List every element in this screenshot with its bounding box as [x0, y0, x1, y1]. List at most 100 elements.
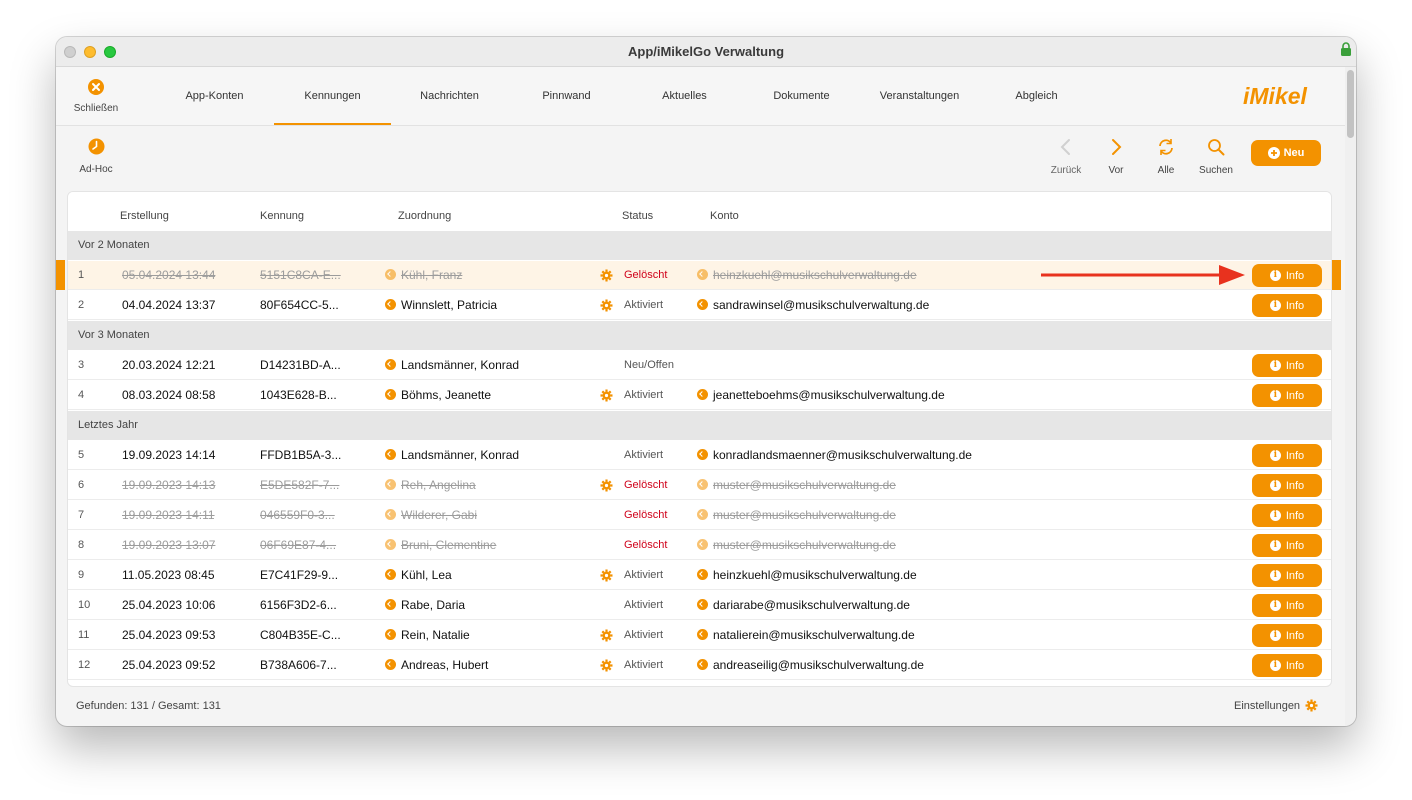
link-arrow-icon[interactable]	[697, 659, 708, 670]
link-arrow-icon[interactable]	[697, 389, 708, 400]
account-cell[interactable]: muster@musikschulverwaltung.de	[697, 501, 896, 530]
scrollbar-thumb[interactable]	[1347, 70, 1354, 138]
link-arrow-icon[interactable]	[697, 509, 708, 520]
info-button[interactable]: i Info	[1252, 294, 1322, 317]
link-arrow-icon[interactable]	[697, 449, 708, 460]
column-header-account[interactable]: Konto	[710, 210, 739, 222]
info-button[interactable]: i Info	[1252, 594, 1322, 617]
search-button[interactable]: Suchen	[1191, 138, 1241, 176]
link-arrow-icon[interactable]	[385, 599, 396, 610]
link-arrow-icon[interactable]	[697, 479, 708, 490]
assignment-cell[interactable]: Reh, Angelina	[385, 471, 476, 500]
tab-pinnwand[interactable]: Pinnwand	[508, 67, 625, 125]
info-button[interactable]: i Info	[1252, 504, 1322, 527]
assignment-cell[interactable]: Wilderer, Gabi	[385, 501, 477, 530]
info-button[interactable]: i Info	[1252, 444, 1322, 467]
gear-icon[interactable]	[600, 299, 613, 312]
info-button[interactable]: i Info	[1252, 534, 1322, 557]
assignment-cell[interactable]: Kühl, Franz	[385, 261, 462, 290]
gear-icon[interactable]	[600, 659, 613, 672]
gear-icon[interactable]	[600, 629, 613, 642]
tab-dokumente[interactable]: Dokumente	[743, 67, 860, 125]
assignment-cell[interactable]: Rein, Natalie	[385, 621, 470, 650]
column-header-created[interactable]: Erstellung	[120, 210, 169, 222]
tab-veranstaltungen[interactable]: Veranstaltungen	[861, 67, 978, 125]
info-button[interactable]: i Info	[1252, 654, 1322, 677]
assignment-cell[interactable]: Landsmänner, Konrad	[385, 351, 519, 380]
info-button[interactable]: i Info	[1252, 624, 1322, 647]
link-arrow-icon[interactable]	[697, 269, 708, 280]
account-cell[interactable]: konradlandsmaenner@musikschulverwaltung.…	[697, 441, 972, 470]
gear-icon[interactable]	[600, 389, 613, 402]
link-arrow-icon[interactable]	[385, 479, 396, 490]
account-cell[interactable]: dariarabe@musikschulverwaltung.de	[697, 591, 910, 620]
table-row[interactable]: 5 19.09.2023 14:14 FFDB1B5A-3... Landsmänne…	[68, 441, 1331, 470]
link-arrow-icon[interactable]	[385, 269, 396, 280]
table-row[interactable]: 11 25.04.2023 09:53 C804B35E-C... Rein, Nat…	[68, 621, 1331, 650]
info-button[interactable]: i Info	[1252, 564, 1322, 587]
account-cell[interactable]: muster@musikschulverwaltung.de	[697, 471, 896, 500]
account-cell[interactable]: jeanetteboehms@musikschulverwaltung.de	[697, 381, 945, 410]
table-row[interactable]: 10 25.04.2023 10:06 6156F3D2-6... Rabe, Dar…	[68, 591, 1331, 620]
back-button[interactable]: Zurück	[1041, 138, 1091, 176]
gear-icon[interactable]	[600, 569, 613, 582]
gear-icon[interactable]	[600, 479, 613, 492]
forward-button[interactable]: Vor	[1091, 138, 1141, 176]
info-button[interactable]: i Info	[1252, 354, 1322, 377]
account-cell[interactable]: andreaseilig@musikschulverwaltung.de	[697, 651, 924, 680]
table-row[interactable]: 2 04.04.2024 13:37 80F654CC-5... Winnslett,…	[68, 291, 1331, 320]
table-row[interactable]: 9 11.05.2023 08:45 E7C41F29-9... Kühl, Lea A…	[68, 561, 1331, 590]
link-arrow-icon[interactable]	[697, 569, 708, 580]
table-row[interactable]: 3 20.03.2024 12:21 D14231BD-A... Landsmänne…	[68, 351, 1331, 380]
close-button[interactable]: Schließen	[66, 79, 126, 114]
link-arrow-icon[interactable]	[697, 599, 708, 610]
table-row[interactable]: 12 25.04.2023 09:52 B738A606-7... Andreas, …	[68, 651, 1331, 680]
new-button[interactable]: Neu	[1251, 140, 1321, 166]
info-button[interactable]: i Info	[1252, 384, 1322, 407]
assignment-cell[interactable]: Winnslett, Patricia	[385, 291, 497, 320]
assignment-cell[interactable]: Landsmänner, Konrad	[385, 441, 519, 470]
column-header-id[interactable]: Kennung	[260, 210, 304, 222]
assignment-cell[interactable]: Böhms, Jeanette	[385, 381, 491, 410]
account-email: dariarabe@musikschulverwaltung.de	[713, 598, 910, 612]
link-arrow-icon[interactable]	[385, 629, 396, 640]
link-arrow-icon[interactable]	[385, 389, 396, 400]
all-button[interactable]: Alle	[1141, 138, 1191, 176]
assignment-cell[interactable]: Rabe, Daria	[385, 591, 465, 620]
link-arrow-icon[interactable]	[385, 449, 396, 460]
info-button[interactable]: i Info	[1252, 264, 1322, 287]
link-arrow-icon[interactable]	[697, 299, 708, 310]
assignment-cell[interactable]: Andreas, Hubert	[385, 651, 488, 680]
adhoc-button[interactable]: Ad-Hoc	[71, 138, 121, 175]
link-arrow-icon[interactable]	[385, 659, 396, 670]
vertical-scrollbar[interactable]	[1345, 67, 1356, 726]
column-header-status[interactable]: Status	[622, 210, 653, 222]
column-header-assignment[interactable]: Zuordnung	[398, 210, 451, 222]
account-cell[interactable]: heinzkuehl@musikschulverwaltung.de	[697, 261, 917, 290]
account-cell[interactable]: heinzkuehl@musikschulverwaltung.de	[697, 561, 917, 590]
account-cell[interactable]: sandrawinsel@musikschulverwaltung.de	[697, 291, 929, 320]
link-arrow-icon[interactable]	[385, 359, 396, 370]
link-arrow-icon[interactable]	[385, 569, 396, 580]
tab-app-konten[interactable]: App-Konten	[156, 67, 273, 125]
info-button[interactable]: i Info	[1252, 474, 1322, 497]
account-cell[interactable]: natalierein@musikschulverwaltung.de	[697, 621, 915, 650]
tab-nachrichten[interactable]: Nachrichten	[391, 67, 508, 125]
link-arrow-icon[interactable]	[385, 539, 396, 550]
table-row[interactable]: 7 19.09.2023 14:11 046559F0-3... Wilderer, …	[68, 501, 1331, 530]
tab-aktuelles[interactable]: Aktuelles	[626, 67, 743, 125]
table-row[interactable]: 4 08.03.2024 08:58 1043E628-B... Böhms, Jea…	[68, 381, 1331, 410]
tab-kennungen[interactable]: Kennungen	[274, 67, 391, 125]
table-row[interactable]: 6 19.09.2023 14:13 E5DE582F-7... Reh, Angel…	[68, 471, 1331, 500]
assignment-cell[interactable]: Bruni, Clementine	[385, 531, 496, 560]
account-cell[interactable]: muster@musikschulverwaltung.de	[697, 531, 896, 560]
settings-button[interactable]: Einstellungen	[1234, 699, 1318, 712]
link-arrow-icon[interactable]	[385, 509, 396, 520]
gear-icon[interactable]	[600, 269, 613, 282]
link-arrow-icon[interactable]	[697, 539, 708, 550]
tab-abgleich[interactable]: Abgleich	[978, 67, 1095, 125]
table-row[interactable]: 8 19.09.2023 13:07 06F69E87-4... Bruni, Cle…	[68, 531, 1331, 560]
assignment-cell[interactable]: Kühl, Lea	[385, 561, 452, 590]
link-arrow-icon[interactable]	[385, 299, 396, 310]
link-arrow-icon[interactable]	[697, 629, 708, 640]
